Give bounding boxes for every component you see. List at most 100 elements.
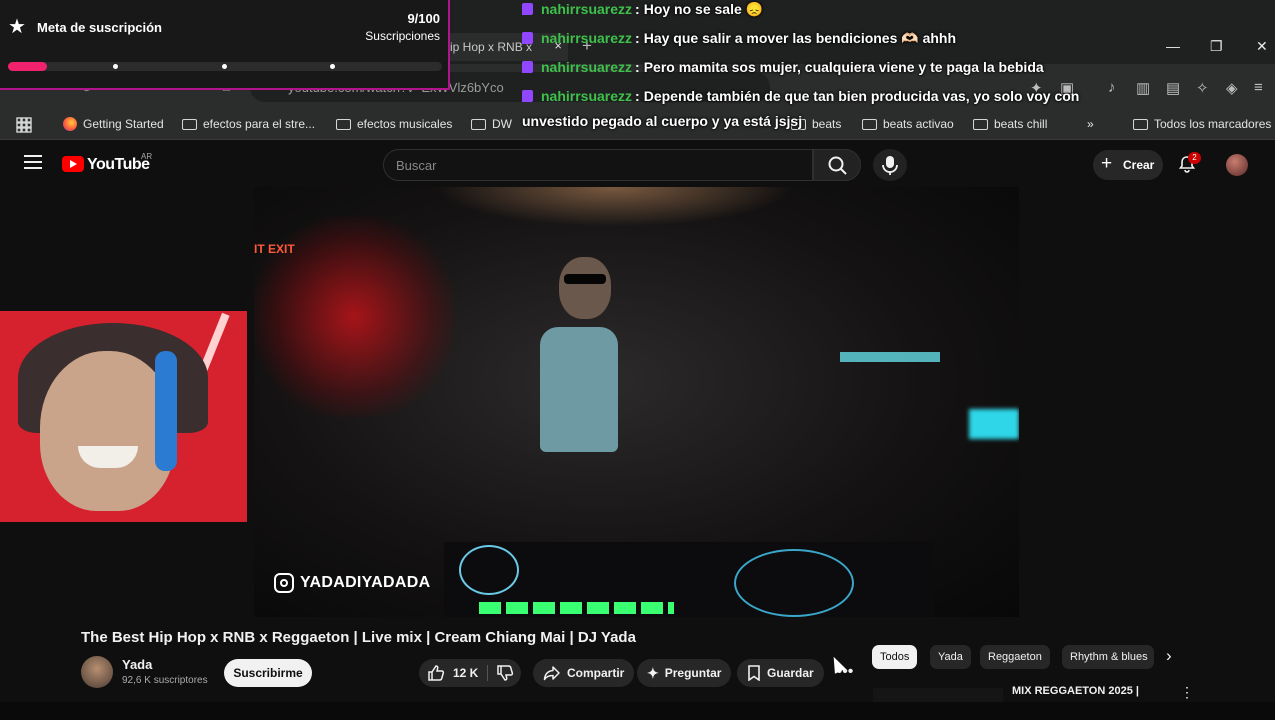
bookmark-beats-activao[interactable]: beats activao xyxy=(862,117,954,131)
chat-username: nahirrsuarezz xyxy=(541,88,633,104)
twitch-badge-icon xyxy=(522,61,533,73)
music-icon[interactable]: ♪ xyxy=(1108,79,1116,96)
tab-title: ip Hop x RNB x xyxy=(450,40,533,54)
recommendation-menu-icon[interactable]: ⋮ xyxy=(1180,684,1194,701)
create-button[interactable]: + Crear xyxy=(1093,150,1163,180)
save-button[interactable]: Guardar xyxy=(737,659,824,687)
share-label: Compartir xyxy=(567,666,625,680)
goal-progress-fill xyxy=(8,62,48,71)
jog-wheel-right xyxy=(734,549,854,617)
bookmark-getting-started[interactable]: Getting Started xyxy=(63,117,164,131)
bookmark-label: beats xyxy=(812,117,842,131)
like-button[interactable]: 12 K xyxy=(427,664,478,682)
dancer-head xyxy=(559,257,611,319)
restore-button[interactable]: ❐ xyxy=(1210,38,1223,55)
folder-icon xyxy=(471,118,486,130)
twitch-badge-icon xyxy=(522,90,533,102)
sidebar-icon[interactable]: ▥ xyxy=(1136,79,1150,97)
chat-colon: : xyxy=(635,1,640,17)
create-label: Crear xyxy=(1123,158,1155,172)
chips-next-arrow-icon[interactable]: › xyxy=(1166,646,1172,666)
bookmark-label: efectos musicales xyxy=(357,117,453,131)
bookmark-efectos-musicales[interactable]: efectos musicales xyxy=(336,117,452,131)
sunglasses xyxy=(564,274,606,284)
ask-label: Preguntar xyxy=(664,666,722,680)
chat-text: Pero mamita sos mujer, cualquiera viene … xyxy=(643,59,1044,75)
video-player[interactable]: IT EXIT YADADIYADADA xyxy=(254,187,1019,617)
hamburger-menu-icon[interactable] xyxy=(24,155,42,169)
search-icon xyxy=(828,156,847,175)
chat-message: nahirrsuarezz : Hoy no se sale 😞 xyxy=(522,0,763,19)
chip-reggaeton[interactable]: Reggaeton xyxy=(980,645,1050,669)
search-box[interactable] xyxy=(383,149,813,181)
chat-text-continuation: unvestido pegado al cuerpo y ya está jsj… xyxy=(522,113,803,129)
page-bottom-edge xyxy=(0,702,1275,720)
channel-subscriber-count: 92,6 K suscriptores xyxy=(122,675,208,686)
bookmark-label: Todos los marcadores xyxy=(1154,117,1272,131)
bookmark-label: Getting Started xyxy=(83,117,164,131)
share-button[interactable]: Compartir xyxy=(533,659,635,687)
share-arrow-icon xyxy=(543,666,560,681)
wallet-icon[interactable]: ▤ xyxy=(1166,79,1180,97)
user-avatar[interactable] xyxy=(1226,154,1248,176)
thumbs-down-icon xyxy=(497,665,514,681)
cyan-light-strip xyxy=(840,352,940,362)
exit-sign: IT EXIT xyxy=(254,242,295,256)
folder-icon xyxy=(336,118,351,130)
bookmarks-overflow-icon[interactable]: » xyxy=(1087,117,1094,131)
search-button[interactable] xyxy=(813,149,861,181)
sparkle-icon: ✦ xyxy=(647,664,659,681)
chip-rhythm-blues[interactable]: Rhythm & blues xyxy=(1062,645,1154,669)
twitch-badge-icon xyxy=(522,32,533,44)
dancer-figure xyxy=(540,327,618,452)
instagram-watermark: YADADIYADADA xyxy=(274,570,430,596)
twitch-badge-icon xyxy=(522,3,533,15)
bookmark-label: efectos para el stre... xyxy=(203,117,316,131)
youtube-logo-icon[interactable] xyxy=(62,156,84,172)
chip-all[interactable]: Todos xyxy=(872,645,918,669)
ai-sparkle-icon[interactable]: ✧ xyxy=(1196,79,1209,97)
channel-name[interactable]: Yada xyxy=(122,657,152,672)
minimize-button[interactable]: — xyxy=(1166,38,1180,54)
recommendation-title[interactable]: MIX REGGAETON 2025 | xyxy=(1012,685,1139,697)
goal-milestone xyxy=(113,64,118,69)
streamer-webcam xyxy=(0,311,247,522)
all-bookmarks-folder[interactable]: Todos los marcadores xyxy=(1133,117,1271,131)
goal-title: Meta de suscripción xyxy=(37,20,162,35)
bookmark-efectos-stream[interactable]: efectos para el stre... xyxy=(182,117,315,131)
video-title: The Best Hip Hop x RNB x Reggaeton | Liv… xyxy=(81,629,636,646)
bookmark-beats-chill[interactable]: beats chill xyxy=(973,117,1047,131)
goal-milestone xyxy=(330,64,335,69)
shield-icon[interactable]: ◈ xyxy=(1226,79,1238,97)
folder-icon xyxy=(862,118,877,130)
folder-icon xyxy=(973,118,988,130)
headset xyxy=(155,351,177,471)
voice-search-button[interactable] xyxy=(873,149,907,181)
bookmark-save-icon xyxy=(748,665,760,681)
like-dislike-group: 12 K xyxy=(419,659,521,687)
dislike-button[interactable] xyxy=(496,664,514,687)
deck-pads xyxy=(479,602,674,614)
chip-yada[interactable]: Yada xyxy=(930,645,971,669)
chat-colon: : xyxy=(635,59,640,75)
search-input[interactable] xyxy=(396,158,796,173)
notification-count-badge: 2 xyxy=(1188,152,1201,164)
chat-username: nahirrsuarezz xyxy=(541,1,633,17)
goal-milestone xyxy=(222,64,227,69)
chat-colon: : xyxy=(635,30,640,46)
bookmark-label: beats chill xyxy=(994,117,1048,131)
chat-message: nahirrsuarezz : Depende también de que t… xyxy=(522,86,1079,106)
browser-menu-icon[interactable]: ≡ xyxy=(1254,79,1263,96)
chat-colon: : xyxy=(635,88,640,104)
channel-avatar[interactable] xyxy=(81,656,113,688)
chat-username: nahirrsuarezz xyxy=(541,59,633,75)
instagram-handle: YADADIYADADA xyxy=(300,574,431,591)
ceiling-light xyxy=(434,187,794,227)
bookmark-dw[interactable]: DW xyxy=(471,117,512,131)
chat-username: nahirrsuarezz xyxy=(541,30,633,46)
ask-button[interactable]: ✦ Preguntar xyxy=(637,659,732,687)
subscribe-button[interactable]: Suscribirme xyxy=(224,659,312,687)
instagram-icon xyxy=(274,573,294,593)
close-window-button[interactable]: ✕ xyxy=(1256,38,1268,55)
apps-grid-icon[interactable] xyxy=(16,117,32,133)
